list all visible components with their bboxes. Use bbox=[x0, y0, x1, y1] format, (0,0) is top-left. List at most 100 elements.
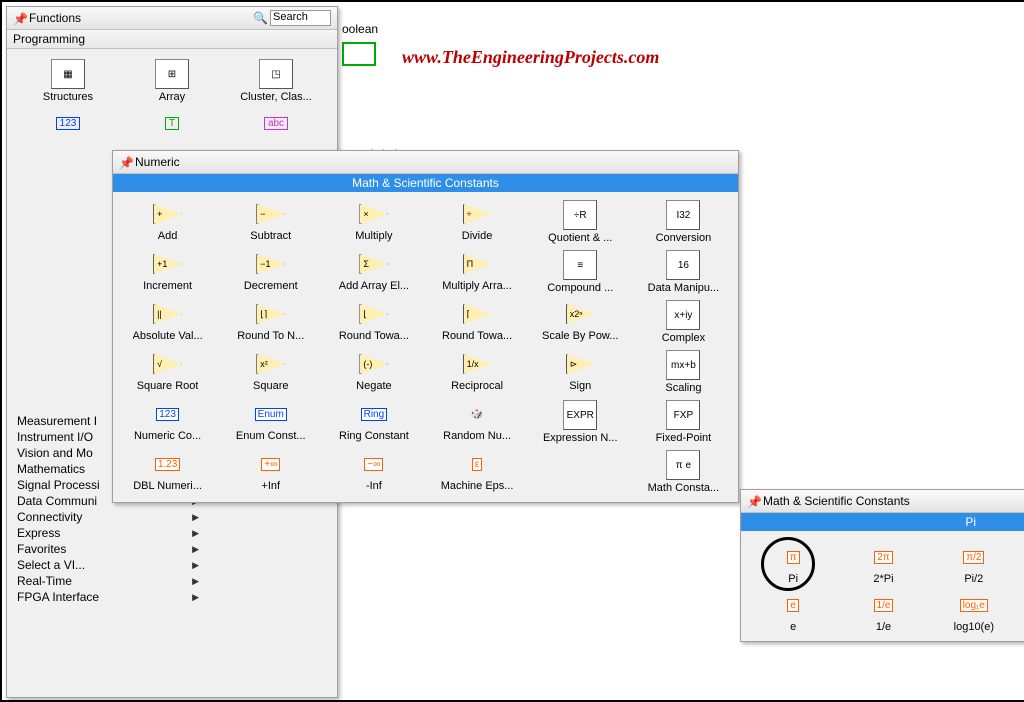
math-banner: Pi bbox=[741, 513, 1024, 531]
math-item-1/e[interactable]: 1/e1/e bbox=[839, 589, 927, 635]
search-icon[interactable]: 🔍 bbox=[253, 11, 268, 25]
item-label: Scaling bbox=[665, 382, 701, 394]
numeric-item-Add Array El...[interactable]: ΣAdd Array El... bbox=[323, 248, 424, 296]
item-label: Square Root bbox=[137, 380, 199, 392]
item-label: Fixed-Point bbox=[656, 432, 712, 444]
numeric-item-+Inf[interactable]: +∞+Inf bbox=[220, 448, 321, 496]
item-label: Math Consta... bbox=[648, 482, 720, 494]
item-label: e bbox=[790, 621, 796, 633]
category-Select a VI...[interactable]: Select a VI...▶ bbox=[13, 557, 203, 573]
func-item-Cluster, Clas...[interactable]: ◳Cluster, Clas... bbox=[225, 57, 327, 105]
category-label: Vision and Mo bbox=[17, 446, 93, 460]
numeric-title: Numeric bbox=[135, 155, 180, 169]
category-label: Measurement I bbox=[17, 414, 97, 428]
bg-text-boolean: oolean bbox=[342, 22, 378, 36]
functions-title: Functions bbox=[29, 11, 81, 25]
watermark-text: www.TheEngineeringProjects.com bbox=[402, 47, 659, 68]
search-area: 🔍 Search bbox=[253, 10, 331, 26]
category-Real-Time[interactable]: Real-Time▶ bbox=[13, 573, 203, 589]
func-item-Structures[interactable]: ▦Structures bbox=[17, 57, 119, 105]
category-FPGA Interface[interactable]: FPGA Interface ▶ bbox=[13, 589, 203, 605]
numeric-item-Fixed-Point[interactable]: FXPFixed-Point bbox=[633, 398, 734, 446]
item-label: DBL Numeri... bbox=[133, 480, 202, 492]
numeric-item-Reciprocal[interactable]: 1/xReciprocal bbox=[426, 348, 527, 396]
item-label: Machine Eps... bbox=[441, 480, 514, 492]
numeric-item-Scale By Pow...[interactable]: x2ⁿScale By Pow... bbox=[530, 298, 631, 346]
category-label: Favorites bbox=[17, 542, 66, 556]
item-label: Expression N... bbox=[543, 432, 618, 444]
numeric-item-Square[interactable]: x²Square bbox=[220, 348, 321, 396]
numeric-item-Enum Const...[interactable]: EnumEnum Const... bbox=[220, 398, 321, 446]
numeric-item-Multiply Arra...[interactable]: ΠMultiply Arra... bbox=[426, 248, 527, 296]
numeric-item-Data Manipu...[interactable]: 16Data Manipu... bbox=[633, 248, 734, 296]
numeric-item-Conversion[interactable]: I32Conversion bbox=[633, 198, 734, 246]
item-label: Sign bbox=[569, 380, 591, 392]
item-label: Negate bbox=[356, 380, 391, 392]
numeric-item-Quotient & ...[interactable]: ÷RQuotient & ... bbox=[530, 198, 631, 246]
math-title: Math & Scientific Constants bbox=[763, 494, 910, 508]
numeric-item-Machine Eps...[interactable]: εMachine Eps... bbox=[426, 448, 527, 496]
numeric-item-Round To N...[interactable]: ⌊⌉Round To N... bbox=[220, 298, 321, 346]
category-label: Select a VI... bbox=[17, 558, 85, 572]
item-label: Round Towa... bbox=[339, 330, 409, 342]
item-label: Decrement bbox=[244, 280, 298, 292]
numeric-item-Decrement[interactable]: −1Decrement bbox=[220, 248, 321, 296]
numeric-item-Increment[interactable]: +1Increment bbox=[117, 248, 218, 296]
category-label: FPGA Interface bbox=[17, 590, 99, 604]
numeric-item-Expression N...[interactable]: EXPRExpression N... bbox=[530, 398, 631, 446]
func-const-123[interactable]: 123 bbox=[17, 107, 119, 139]
item-label: Add bbox=[158, 230, 178, 242]
numeric-item-Math Consta...[interactable]: π eMath Consta... bbox=[633, 448, 734, 496]
numeric-item-Sign[interactable]: ⊳Sign bbox=[530, 348, 631, 396]
item-label: Ring Constant bbox=[339, 430, 409, 442]
numeric-item-Ring Constant[interactable]: RingRing Constant bbox=[323, 398, 424, 446]
numeric-item-Round Towa...[interactable]: ⌈Round Towa... bbox=[426, 298, 527, 346]
item-label: Round Towa... bbox=[442, 330, 512, 342]
func-const-T[interactable]: T bbox=[121, 107, 223, 139]
math-item-Pi/2[interactable]: π/2Pi/2 bbox=[930, 541, 1018, 587]
numeric-item-Subtract[interactable]: −Subtract bbox=[220, 198, 321, 246]
item-label: Reciprocal bbox=[451, 380, 503, 392]
math-item-2*Pi[interactable]: 2π2*Pi bbox=[839, 541, 927, 587]
numeric-item-Multiply[interactable]: ×Multiply bbox=[323, 198, 424, 246]
numeric-item-Square Root[interactable]: √Square Root bbox=[117, 348, 218, 396]
search-input[interactable]: Search bbox=[270, 10, 331, 26]
numeric-item-Absolute Val...[interactable]: ||Absolute Val... bbox=[117, 298, 218, 346]
category-label: Signal Processi bbox=[17, 478, 100, 492]
category-Favorites[interactable]: Favorites▶ bbox=[13, 541, 203, 557]
pin-icon[interactable]: 📌 bbox=[13, 12, 25, 24]
pin-icon[interactable]: 📌 bbox=[119, 156, 131, 168]
numeric-item-Random Nu...[interactable]: 🎲Random Nu... bbox=[426, 398, 527, 446]
item-label: Subtract bbox=[250, 230, 291, 242]
numeric-item-Numeric Co...[interactable]: 123Numeric Co... bbox=[117, 398, 218, 446]
math-item-Pi[interactable]: πPi bbox=[749, 541, 837, 587]
pin-icon[interactable]: 📌 bbox=[747, 495, 759, 507]
math-item-log10(e)[interactable]: log₁elog10(e) bbox=[930, 589, 1018, 635]
category-Connectivity[interactable]: Connectivity▶ bbox=[13, 509, 203, 525]
numeric-item-DBL Numeri...[interactable]: 1.23DBL Numeri... bbox=[117, 448, 218, 496]
chevron-right-icon: ▶ bbox=[192, 592, 199, 603]
functions-titlebar: 📌 Functions 🔍 Search bbox=[7, 7, 337, 30]
numeric-item-Round Towa...[interactable]: ⌊Round Towa... bbox=[323, 298, 424, 346]
numeric-titlebar: 📌 Numeric bbox=[113, 151, 738, 174]
programming-header[interactable]: Programming bbox=[7, 30, 337, 49]
numeric-item-Negate[interactable]: (-)Negate bbox=[323, 348, 424, 396]
math-item-e[interactable]: ee bbox=[749, 589, 837, 635]
category-Express[interactable]: Express▶ bbox=[13, 525, 203, 541]
category-label: Instrument I/O bbox=[17, 430, 93, 444]
bg-boolean-terminal bbox=[342, 42, 376, 66]
func-const-abc[interactable]: abc bbox=[225, 107, 327, 139]
item-label: Multiply Arra... bbox=[442, 280, 512, 292]
item-label: 1/e bbox=[876, 621, 891, 633]
category-label: Connectivity bbox=[17, 510, 82, 524]
numeric-item-Add[interactable]: +Add bbox=[117, 198, 218, 246]
item-label: Array bbox=[159, 91, 185, 103]
numeric-item-Complex[interactable]: x+iyComplex bbox=[633, 298, 734, 346]
numeric-item-Divide[interactable]: ÷Divide bbox=[426, 198, 527, 246]
func-item-Array[interactable]: ⊞Array bbox=[121, 57, 223, 105]
programming-label: Programming bbox=[13, 32, 85, 46]
numeric-item--Inf[interactable]: −∞-Inf bbox=[323, 448, 424, 496]
numeric-item-Compound ...[interactable]: ≡Compound ... bbox=[530, 248, 631, 296]
item-label: Scale By Pow... bbox=[542, 330, 618, 342]
numeric-item-Scaling[interactable]: mx+bScaling bbox=[633, 348, 734, 396]
